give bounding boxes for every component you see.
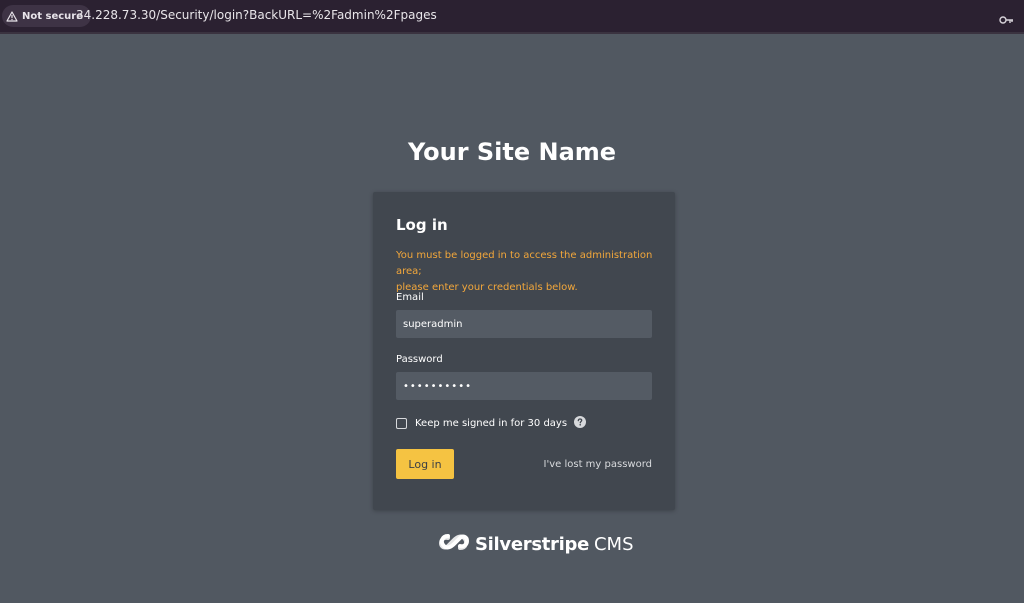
browser-address-bar: Not secure 34.228.73.30/Security/login?B… <box>0 0 1024 34</box>
warning-icon <box>6 10 18 22</box>
login-message-line-2: please enter your credentials below. <box>396 282 578 293</box>
password-field[interactable] <box>396 372 652 400</box>
remember-me-row: Keep me signed in for 30 days <box>396 416 587 431</box>
silverstripe-logo: Silverstripe CMS <box>438 532 634 556</box>
remember-me-label[interactable]: Keep me signed in for 30 days <box>415 418 567 429</box>
login-message: You must be logged in to access the admi… <box>396 248 658 296</box>
key-icon[interactable] <box>999 10 1014 29</box>
question-icon[interactable] <box>574 416 587 431</box>
email-field[interactable] <box>396 310 652 338</box>
lost-password-link[interactable]: I've lost my password <box>544 459 652 470</box>
login-message-line-1: You must be logged in to access the admi… <box>396 250 653 277</box>
email-label: Email <box>396 292 424 303</box>
brand-suffix: CMS <box>593 533 634 555</box>
site-title: Your Site Name <box>407 138 617 166</box>
remember-me-checkbox[interactable] <box>396 418 407 429</box>
brand-name: Silverstripe <box>475 533 589 555</box>
security-chip-label: Not secure <box>22 10 83 22</box>
login-button[interactable]: Log in <box>396 449 454 479</box>
url-text[interactable]: 34.228.73.30/Security/login?BackURL=%2Fa… <box>76 8 437 22</box>
login-heading: Log in <box>396 216 448 234</box>
silverstripe-mark-icon <box>438 532 470 556</box>
password-label: Password <box>396 354 443 365</box>
login-panel: Log in You must be logged in to access t… <box>373 192 675 510</box>
